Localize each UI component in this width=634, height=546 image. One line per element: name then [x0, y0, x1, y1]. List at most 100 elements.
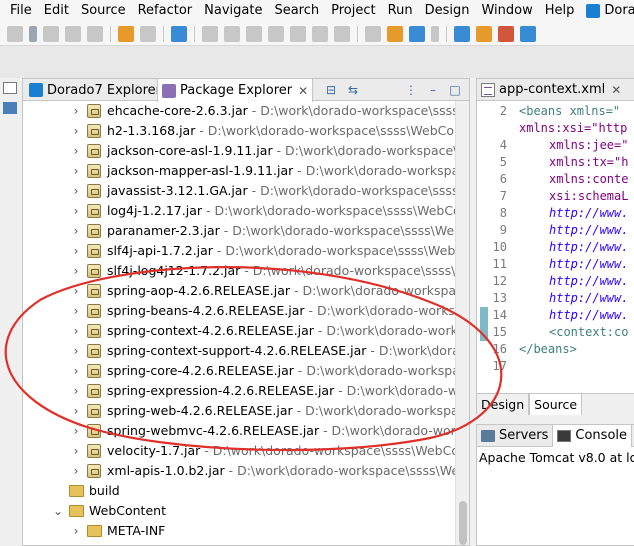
jar-tree-item[interactable]: › spring-context-4.2.6.RELEASE.jar - D:\w… [23, 321, 455, 341]
menu-project[interactable]: Project [331, 0, 375, 22]
link-editor-icon[interactable]: ⇆ [345, 82, 361, 98]
menu-run[interactable]: Run [388, 0, 413, 22]
new-view-icon[interactable] [498, 25, 514, 42]
collapse-chevron-icon[interactable]: ⌄ [53, 501, 63, 521]
tab-console[interactable]: Console [552, 424, 633, 447]
hierarchy-icon[interactable] [3, 102, 17, 114]
menu-window[interactable]: Window [481, 0, 532, 22]
console-view: Servers Console Apache Tomcat v8.0 at lo… [476, 424, 634, 546]
expand-chevron-icon[interactable]: › [71, 221, 81, 241]
expand-chevron-icon[interactable]: › [71, 121, 81, 141]
expand-chevron-icon[interactable]: › [71, 521, 81, 541]
expand-chevron-icon[interactable]: › [71, 261, 81, 281]
expand-chevron-icon[interactable]: › [71, 341, 81, 361]
expand-chevron-icon[interactable]: › [71, 181, 81, 201]
tab-servers[interactable]: Servers [477, 425, 552, 447]
drop-frame-icon[interactable] [365, 25, 381, 42]
view-menu-icon[interactable]: ⋮ [403, 82, 419, 98]
expand-chevron-icon[interactable]: › [71, 301, 81, 321]
menu-design[interactable]: Design [425, 0, 470, 22]
jar-tree-item[interactable]: › ehcache-core-2.6.3.jar - D:\work\dorado… [23, 101, 455, 121]
expand-chevron-icon[interactable]: › [71, 281, 81, 301]
jar-tree-item[interactable]: › spring-aop-4.2.6.RELEASE.jar - D:\work\… [23, 281, 455, 301]
expand-chevron-icon[interactable]: › [71, 241, 81, 261]
tab-source[interactable]: Source [529, 394, 583, 415]
maximize-icon[interactable]: □ [447, 82, 463, 98]
step-into-icon[interactable] [290, 25, 306, 42]
minimize-icon[interactable]: – [425, 82, 441, 98]
close-icon[interactable]: ✕ [298, 84, 308, 98]
expand-chevron-icon[interactable]: › [71, 141, 81, 161]
menu-navigate[interactable]: Navigate [204, 0, 262, 22]
jar-tree-item[interactable]: › spring-webmvc-4.2.6.RELEASE.jar - D:\wo… [23, 421, 455, 441]
tab-dorado7-explorer[interactable]: Dorado7 Explorer [25, 79, 165, 101]
item-name: log4j-1.2.17.jar [107, 203, 202, 218]
menu-search[interactable]: Search [274, 0, 319, 22]
jar-tree-item[interactable]: › h2-1.3.168.jar - D:\work\dorado-workspa… [23, 121, 455, 141]
menu-help[interactable]: Help [545, 0, 575, 22]
jar-tree-item[interactable]: › spring-beans-4.2.6.RELEASE.jar - D:\wor… [23, 301, 455, 321]
jar-tree-item[interactable]: › javassist-3.12.1.GA.jar - D:\work\dorad… [23, 181, 455, 201]
menu-source[interactable]: Source [81, 0, 126, 22]
jar-tree-item[interactable]: › spring-core-4.2.6.RELEASE.jar - D:\work… [23, 361, 455, 381]
use-filters-icon[interactable] [387, 25, 403, 42]
expand-chevron-icon[interactable]: › [71, 161, 81, 181]
save-all-icon[interactable] [65, 25, 81, 42]
terminate-icon[interactable] [246, 25, 262, 42]
disconnect-icon[interactable] [268, 25, 284, 42]
save-icon[interactable] [43, 25, 59, 42]
new-model-icon[interactable] [520, 25, 536, 42]
close-icon[interactable]: ✕ [611, 83, 621, 97]
menu-edit[interactable]: Edit [44, 0, 69, 22]
new-class-icon[interactable] [476, 25, 492, 42]
collapse-all-icon[interactable]: ⊟ [323, 82, 339, 98]
jar-tree-item[interactable]: › paranamer-2.3.jar - D:\work\dorado-work… [23, 221, 455, 241]
expand-chevron-icon[interactable]: › [71, 321, 81, 341]
search-icon[interactable] [140, 25, 156, 42]
jar-tree-item[interactable]: › spring-expression-4.2.6.RELEASE.jar - D… [23, 381, 455, 401]
step-over-icon[interactable] [312, 25, 328, 42]
vertical-scrollbar[interactable] [455, 101, 469, 545]
new-icon[interactable] [7, 25, 23, 42]
expand-chevron-icon[interactable] [53, 481, 63, 501]
step-return-icon[interactable] [334, 25, 350, 42]
tab-design[interactable]: Design [477, 394, 530, 415]
menu-refactor[interactable]: Refactor [138, 0, 193, 22]
folder-tree-item[interactable]: › META-INF [23, 521, 455, 541]
dorado-icon[interactable] [409, 25, 425, 42]
restore-icon[interactable] [3, 82, 17, 94]
scrollbar-thumb[interactable] [459, 501, 467, 545]
code-area[interactable]: 2 <beans xmlns=" xmlns:xsi="http 4 xmlns:jee… [477, 101, 634, 391]
folder-tree-item[interactable]: build [23, 481, 455, 501]
expand-chevron-icon[interactable]: › [71, 101, 81, 121]
package-tree: › ehcache-core-2.6.3.jar - D:\work\dorado… [23, 101, 455, 545]
resume-icon[interactable] [202, 25, 218, 42]
jar-tree-item[interactable]: › slf4j-api-1.7.2.jar - D:\work\dorado-wo… [23, 241, 455, 261]
jar-tree-item[interactable]: › velocity-1.7.jar - D:\work\dorado-works… [23, 441, 455, 461]
jar-tree-item[interactable]: › spring-web-4.2.6.RELEASE.jar - D:\work\… [23, 401, 455, 421]
suspend-icon[interactable] [224, 25, 240, 42]
folder-tree-item[interactable]: ⌄ WebContent [23, 501, 455, 521]
expand-chevron-icon[interactable]: › [71, 361, 81, 381]
jar-tree-item[interactable]: › log4j-1.2.17.jar - D:\work\dorado-works… [23, 201, 455, 221]
expand-chevron-icon[interactable]: › [71, 201, 81, 221]
print-icon[interactable] [87, 25, 103, 42]
open-type-icon[interactable] [118, 25, 134, 42]
menu-file[interactable]: File [10, 0, 32, 22]
skip-breakpoints-icon[interactable] [171, 25, 187, 42]
dropdown-icon[interactable] [29, 25, 37, 42]
jar-tree-item[interactable]: › jackson-mapper-asl-1.9.11.jar - D:\work… [23, 161, 455, 181]
expand-chevron-icon[interactable]: › [71, 381, 81, 401]
jar-tree-item[interactable]: › jackson-core-asl-1.9.11.jar - D:\work\d… [23, 141, 455, 161]
expand-chevron-icon[interactable]: › [71, 401, 81, 421]
expand-chevron-icon[interactable]: › [71, 441, 81, 461]
expand-chevron-icon[interactable]: › [71, 421, 81, 441]
new-package-icon[interactable] [454, 25, 470, 42]
tab-app-context-xml[interactable]: app-context.xml ✕ [481, 82, 621, 97]
jar-tree-item[interactable]: › slf4j-log4j12-1.7.2.jar - D:\work\dorad… [23, 261, 455, 281]
jar-tree-item[interactable]: › spring-context-support-4.2.6.RELEASE.ja… [23, 341, 455, 361]
tab-package-explorer[interactable]: Package Explorer ✕ [157, 79, 314, 102]
dropdown-icon[interactable] [431, 25, 439, 42]
expand-chevron-icon[interactable]: › [71, 461, 81, 481]
jar-tree-item[interactable]: › xml-apis-1.0.b2.jar - D:\work\dorado-wo… [23, 461, 455, 481]
